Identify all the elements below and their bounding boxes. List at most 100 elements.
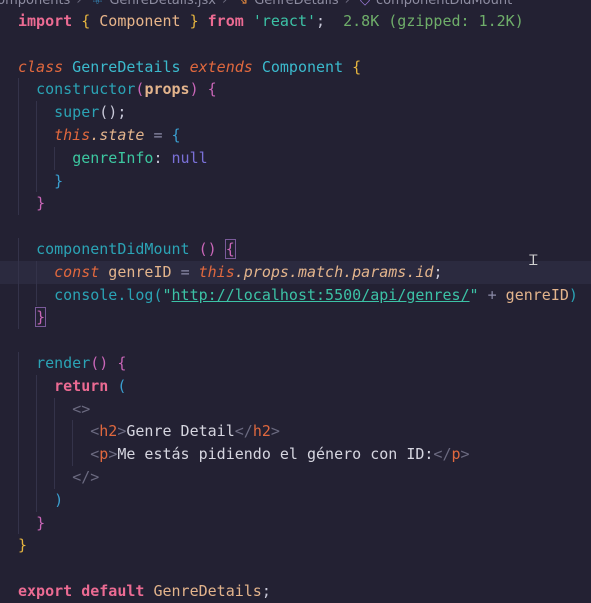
code-line[interactable]: } bbox=[0, 511, 591, 535]
code-line[interactable]: <> bbox=[0, 397, 591, 421]
indent-guide bbox=[18, 123, 19, 147]
indent-guide bbox=[18, 443, 19, 466]
code-token: import bbox=[18, 12, 73, 30]
indent-guide bbox=[18, 465, 19, 489]
code-token: props bbox=[144, 80, 190, 99]
code-line[interactable] bbox=[0, 215, 591, 238]
code-line[interactable]: class GenreDetails extends Component { bbox=[0, 56, 591, 79]
code-line[interactable]: } bbox=[0, 306, 591, 330]
code-token: </> bbox=[72, 467, 100, 486]
breadcrumb-class[interactable]: GenreDetails bbox=[254, 0, 338, 8]
code-token: GenreDetails bbox=[63, 57, 190, 76]
code-line[interactable]: } bbox=[0, 192, 591, 216]
indent-guide bbox=[54, 397, 56, 421]
code-token: } bbox=[35, 307, 47, 328]
code-line[interactable]: ) bbox=[0, 488, 591, 512]
code-token: from bbox=[207, 12, 244, 30]
code-line[interactable]: return ( bbox=[0, 374, 591, 398]
code-line[interactable] bbox=[0, 557, 591, 580]
code-token: return bbox=[54, 376, 109, 395]
code-token: { bbox=[81, 12, 91, 30]
code-token: } bbox=[54, 171, 64, 190]
indent-guide bbox=[18, 351, 19, 375]
code-token: genreInfo bbox=[72, 148, 154, 167]
code-token: genreID bbox=[505, 285, 569, 304]
breadcrumb-method[interactable]: componentDidMount bbox=[376, 0, 512, 8]
code-line[interactable]: constructor(props) { bbox=[0, 78, 591, 102]
react-file-icon: ⚛ bbox=[91, 0, 104, 8]
code-line[interactable]: console.log("http://localhost:5500/api/g… bbox=[0, 283, 591, 307]
chevron-right-icon: › bbox=[221, 0, 228, 8]
code-line[interactable] bbox=[0, 33, 591, 56]
code-token: constructor bbox=[36, 80, 136, 99]
code-line[interactable]: render() { bbox=[0, 351, 591, 375]
indent-guide bbox=[36, 397, 38, 421]
code-token: > bbox=[108, 445, 118, 464]
code-token: () bbox=[90, 353, 109, 372]
class-icon: ⇘ bbox=[237, 0, 249, 8]
indent-guide bbox=[54, 443, 56, 466]
code-token: p bbox=[99, 445, 109, 464]
breadcrumb-file[interactable]: GenreDetails.jsx bbox=[109, 0, 216, 8]
code-line[interactable]: import { Component } from 'react'; 2.8K … bbox=[0, 10, 591, 33]
indent-guide bbox=[18, 374, 19, 398]
code-line[interactable]: genreInfo: null bbox=[0, 146, 591, 170]
code-token: ; bbox=[261, 581, 271, 600]
code-line[interactable]: const genreID = this.props.match.params.… bbox=[0, 260, 591, 284]
indent-guide bbox=[18, 237, 19, 261]
code-token: export bbox=[18, 581, 73, 600]
chevron-right-icon: › bbox=[76, 0, 82, 8]
code-token: h2 bbox=[99, 422, 118, 441]
code-token: .log( bbox=[117, 285, 163, 304]
code-token: super bbox=[54, 103, 100, 122]
code-token: < bbox=[90, 422, 100, 441]
indent-guide bbox=[54, 465, 56, 489]
code-token: " bbox=[162, 285, 172, 304]
code-line[interactable]: this.state = { bbox=[0, 123, 591, 147]
indent-guide bbox=[36, 488, 38, 512]
breadcrumb-folder[interactable]: components bbox=[0, 0, 70, 8]
indent-guide bbox=[36, 443, 38, 466]
code-token: h2 bbox=[252, 422, 271, 441]
indent-guide bbox=[54, 420, 56, 444]
code-token: { bbox=[207, 80, 217, 99]
code-line[interactable]: componentDidMount () { bbox=[0, 237, 591, 261]
code-token: http://localhost:5500/api/genres/ bbox=[171, 285, 470, 304]
code-token: Me estás pidiendo el género con ID: bbox=[117, 445, 434, 464]
code-token: { bbox=[117, 353, 127, 372]
code-token: > bbox=[460, 445, 470, 464]
code-token: " bbox=[469, 285, 479, 304]
code-token: extends bbox=[189, 57, 253, 76]
code-line[interactable]: } bbox=[0, 169, 591, 193]
code-line[interactable]: export default GenreDetails; bbox=[0, 580, 591, 603]
code-line[interactable]: <h2>Genre Detail</h2> bbox=[0, 420, 591, 444]
code-token: </ bbox=[234, 422, 253, 441]
code-token: this bbox=[198, 262, 235, 281]
code-token: = bbox=[180, 262, 199, 281]
code-line[interactable] bbox=[0, 329, 591, 352]
code-token: class bbox=[18, 57, 64, 76]
code-line[interactable]: super(); bbox=[0, 101, 591, 124]
code-token: } bbox=[189, 12, 199, 30]
code-line[interactable]: </> bbox=[0, 465, 591, 489]
code-token: .state bbox=[90, 125, 145, 144]
indent-guide bbox=[36, 169, 38, 193]
code-token: 'react' bbox=[252, 12, 317, 30]
indent-guide bbox=[36, 283, 38, 307]
code-token: ) bbox=[54, 490, 64, 509]
code-line[interactable]: } bbox=[0, 534, 591, 557]
indent-guide bbox=[36, 123, 38, 147]
indent-guide bbox=[36, 420, 38, 444]
code-editor[interactable]: import { Component } from 'react'; 2.8K … bbox=[0, 10, 591, 603]
code-line[interactable]: <p>Me estás pidiendo el género con ID:</… bbox=[0, 443, 591, 466]
breadcrumb: components › ⚛ GenreDetails.jsx › ⇘ GenreDet… bbox=[0, 0, 518, 8]
